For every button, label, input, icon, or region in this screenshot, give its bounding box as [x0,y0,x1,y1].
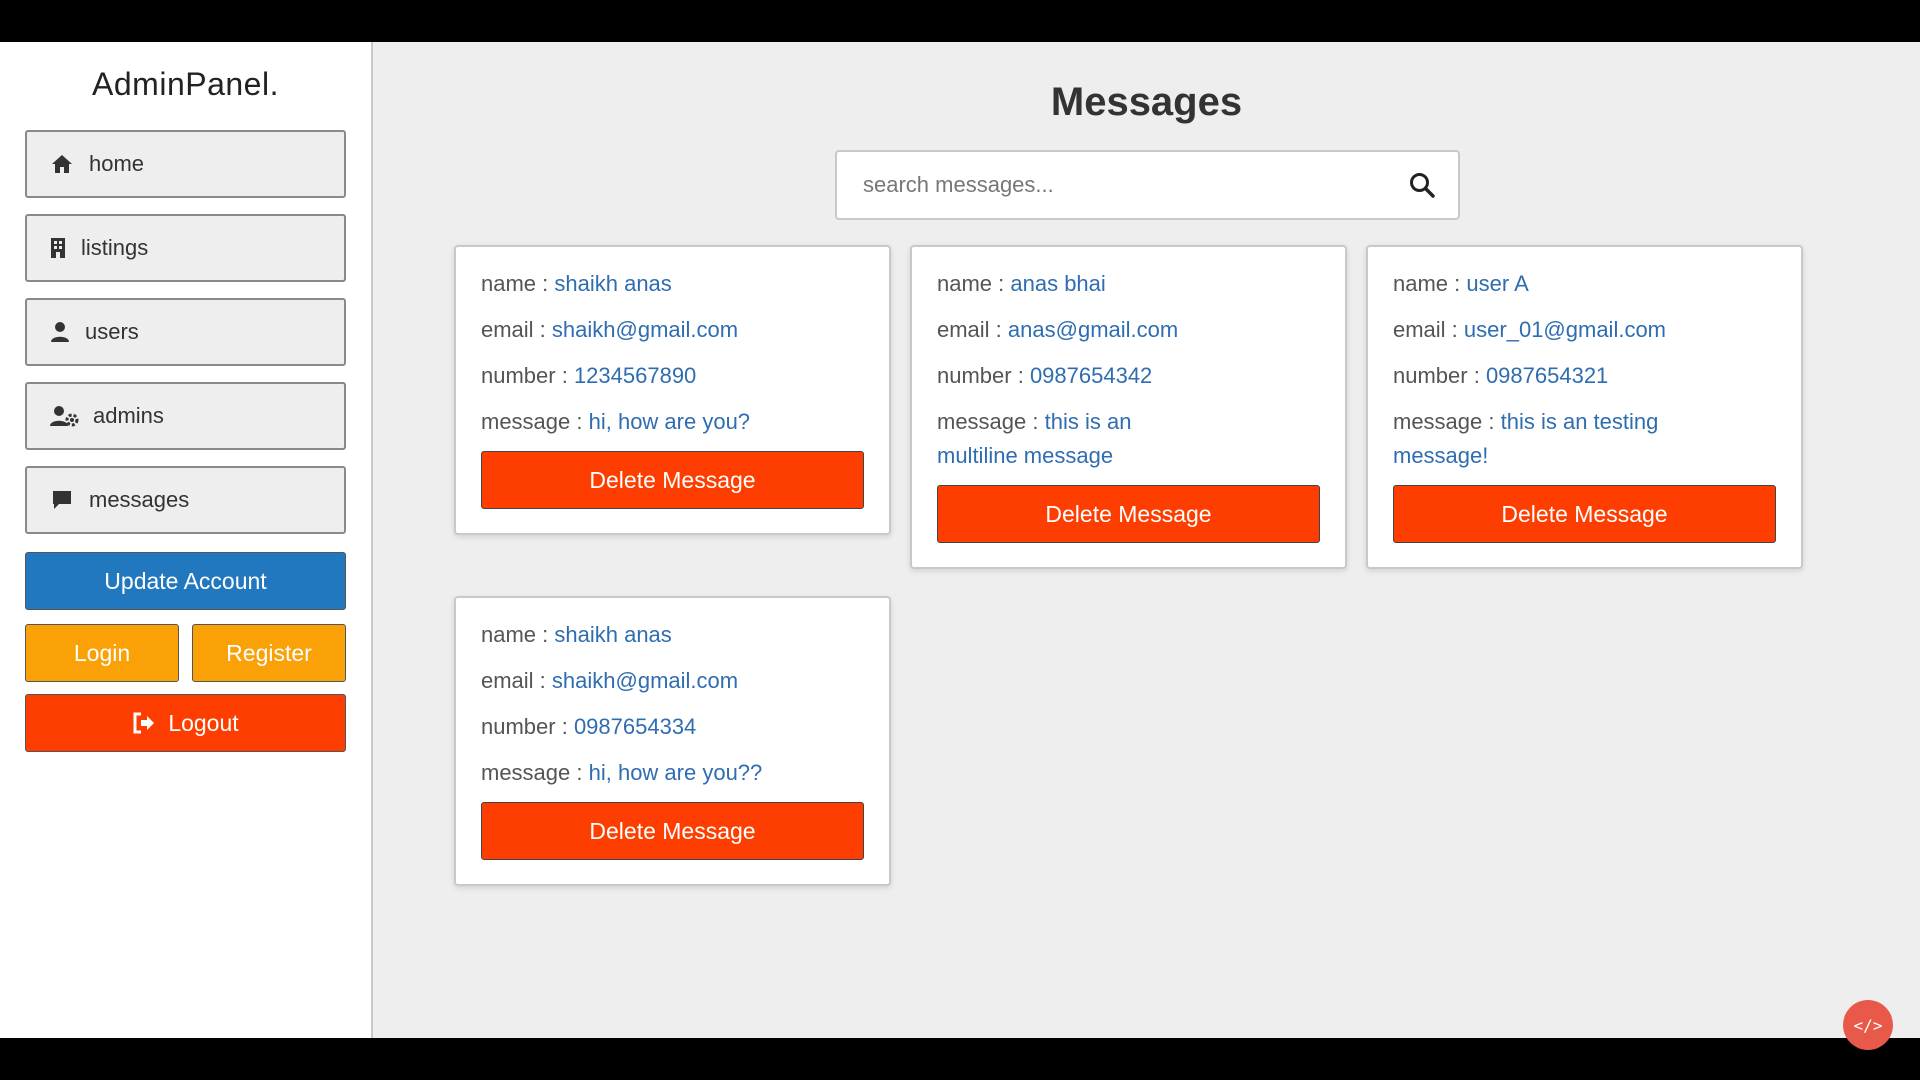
message-name: name : anas bhai [937,271,1106,296]
message-text: message : hi, how are you? [481,409,751,434]
message-number: number : 0987654342 [937,363,1153,388]
user-gear-icon [49,403,79,429]
delete-message-button[interactable]: Delete Message [1393,485,1776,543]
search-icon[interactable] [1408,171,1436,199]
delete-message-button[interactable]: Delete Message [481,451,864,509]
sidebar-item-label: listings [81,235,149,260]
message-name: name : shaikh anas [481,622,672,647]
delete-message-button[interactable]: Delete Message [481,802,864,860]
search-input[interactable] [863,172,1408,198]
sidebar-item-label: users [85,319,139,344]
building-icon [45,235,71,261]
sidebar-item-listings[interactable]: listings [25,214,346,282]
message-text: message : this is an testing message! [1393,409,1659,468]
update-account-button[interactable]: Update Account [25,552,346,610]
logout-button[interactable]: Logout [25,694,346,752]
message-email: email : shaikh@gmail.com [481,668,739,693]
sidebar-item-admins[interactable]: admins [25,382,346,450]
message-text: message : hi, how are you?? [481,760,763,785]
auth-buttons: Login Register [25,624,346,682]
comment-icon [49,487,75,513]
login-button[interactable]: Login [25,624,179,682]
message-email: email : user_01@gmail.com [1393,317,1667,342]
logout-label: Logout [168,709,239,736]
message-email: email : anas@gmail.com [937,317,1179,342]
user-icon [47,319,73,345]
sidebar-item-users[interactable]: users [25,298,346,366]
sign-out-icon [132,712,156,734]
home-icon [49,151,75,177]
main-content: Messages name : shaikh anas email : shai… [373,42,1920,1050]
sidebar-item-home[interactable]: home [25,130,346,198]
message-card: name : user A email : user_01@gmail.com … [1366,245,1803,569]
message-name: name : shaikh anas [481,271,672,296]
sidebar-item-label: messages [89,487,190,512]
logo: AdminPanel. [92,66,279,102]
message-card: name : shaikh anas email : shaikh@gmail.… [454,596,891,886]
message-number: number : 0987654321 [1393,363,1609,388]
sidebar: AdminPanel. home listings users admins m… [0,42,373,1038]
message-text: message : this is an multiline message [937,409,1132,468]
delete-message-button[interactable]: Delete Message [937,485,1320,543]
sidebar-item-label: admins [93,403,164,428]
message-name: name : user A [1393,271,1529,296]
message-card: name : anas bhai email : anas@gmail.com … [910,245,1347,569]
message-card: name : shaikh anas email : shaikh@gmail.… [454,245,891,535]
search-box [835,150,1460,220]
register-button[interactable]: Register [192,624,346,682]
message-email: email : shaikh@gmail.com [481,317,739,342]
code-icon[interactable]: </> [1843,1000,1893,1050]
sidebar-item-label: home [89,151,145,176]
page-title: Messages [1050,80,1243,124]
message-number: number : 0987654334 [481,714,697,739]
message-number: number : 1234567890 [481,363,697,388]
sidebar-nav: home listings users admins messages [25,130,346,534]
app-window: AdminPanel. home listings users admins m… [0,42,1920,1050]
sidebar-item-messages[interactable]: messages [25,466,346,534]
